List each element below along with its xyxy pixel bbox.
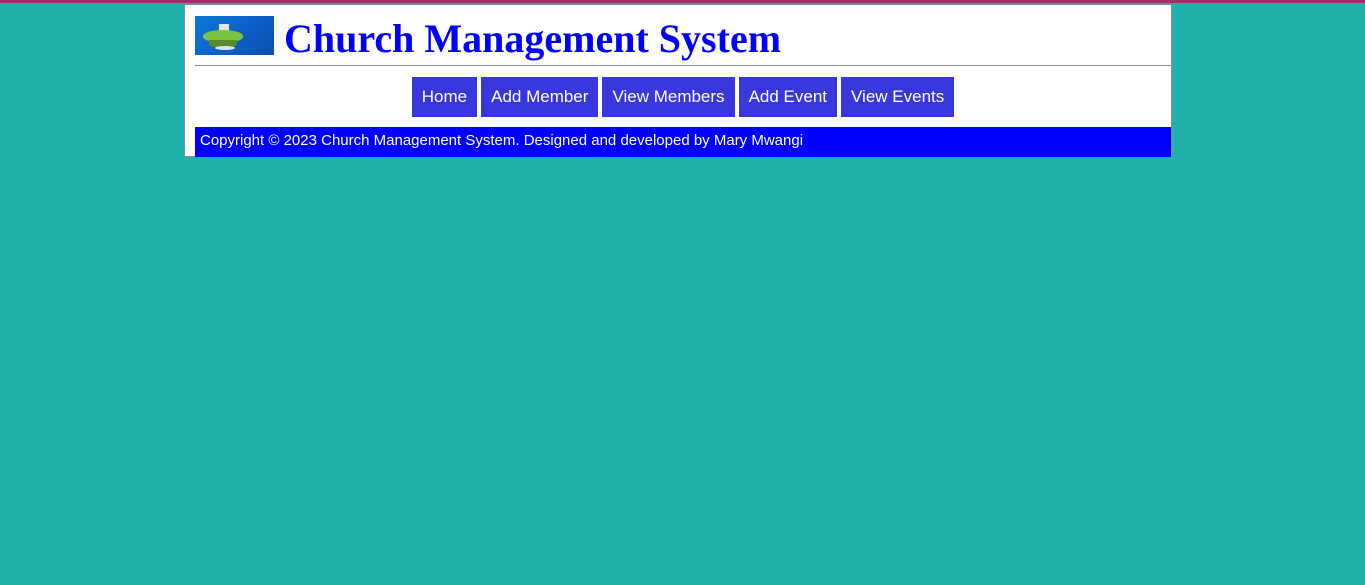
nav-view-events-button[interactable]: View Events (841, 77, 955, 117)
page-title: Church Management System (284, 16, 782, 61)
nav-add-event-button[interactable]: Add Event (738, 77, 838, 117)
top-accent-bar (0, 0, 1365, 3)
island-logo-icon (195, 16, 274, 55)
nav-view-members-button[interactable]: View Members (602, 77, 735, 117)
logo-splash (215, 46, 235, 50)
site-header: Church Management System (195, 15, 1171, 65)
nav-home-button[interactable]: Home (411, 77, 478, 117)
header-divider (195, 65, 1171, 66)
page-container: Church Management System Home Add Member… (184, 4, 1172, 157)
footer-copyright: Copyright © 2023 Church Management Syste… (195, 127, 1171, 157)
nav-add-member-button[interactable]: Add Member (481, 77, 599, 117)
main-nav: Home Add Member View Members Add Event V… (195, 77, 1171, 117)
